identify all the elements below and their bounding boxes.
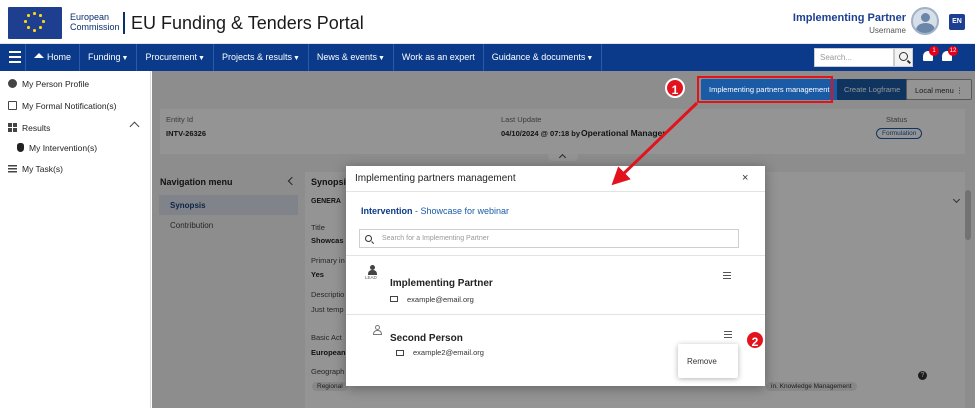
lead-person-icon [368, 265, 377, 275]
partner-search-input[interactable]: Search for a Implementing Partner [359, 229, 739, 248]
search-icon [899, 52, 908, 61]
nav-guidance-documents[interactable]: Guidance & documents▼ [482, 44, 603, 71]
portal-title[interactable]: EU Funding & Tenders Portal [131, 13, 364, 34]
divider [346, 191, 765, 192]
nav-home[interactable]: Home [25, 44, 79, 71]
nav-funding[interactable]: Funding▼ [79, 44, 136, 71]
user-name: Implementing Partner [792, 12, 906, 24]
partner-menu-icon[interactable] [724, 331, 732, 338]
person-icon [8, 79, 17, 88]
portal-header: European Commission EU Funding & Tenders… [0, 0, 975, 44]
sidebar-item-formal-notifications[interactable]: My Formal Notification(s) [8, 101, 116, 111]
partner-email: example2@email.org [413, 348, 484, 357]
sidebar: My Person Profile My Formal Notification… [0, 71, 151, 408]
alerts-bell-icon[interactable]: 12 [941, 46, 958, 63]
list-icon [8, 164, 17, 173]
ec-logo-text: European Commission [70, 12, 120, 32]
partner-actions-dropdown: Remove [678, 344, 738, 378]
lead-label: LEAD [365, 275, 377, 280]
search-icon [365, 235, 372, 242]
user-info[interactable]: Implementing Partner Username [793, 12, 906, 35]
highlight-frame [697, 76, 833, 103]
sidebar-item-person-profile[interactable]: My Person Profile [8, 79, 89, 89]
search-input[interactable]: Search... [814, 48, 894, 67]
notifications-bell-icon[interactable]: 1 [922, 46, 939, 63]
notification-badge: 1 [929, 46, 939, 56]
partner-name: Implementing Partner [390, 278, 493, 289]
step-2-callout: 2 [745, 330, 765, 350]
partner-email: example@email.org [407, 295, 474, 304]
ec-logo-icon[interactable] [8, 7, 62, 39]
partner-name: Second Person [390, 333, 463, 344]
person-outline-icon [373, 325, 382, 335]
divider [346, 314, 765, 315]
nav-work-as-expert[interactable]: Work as an expert [392, 44, 483, 71]
envelope-icon [8, 101, 17, 110]
remove-menu-item[interactable]: Remove [687, 357, 717, 366]
sidebar-item-my-interventions[interactable]: My Intervention(s) [17, 143, 97, 153]
caret-down-icon: ▼ [198, 55, 205, 62]
step-1-callout: 1 [665, 78, 685, 98]
hand-icon [17, 143, 24, 152]
search-button[interactable] [894, 48, 913, 67]
close-icon[interactable]: × [742, 172, 748, 184]
envelope-icon [390, 296, 398, 302]
modal-title: Implementing partners management [355, 173, 516, 184]
alert-badge: 12 [948, 46, 958, 56]
sidebar-item-my-tasks[interactable]: My Task(s) [8, 164, 63, 174]
sidebar-item-results[interactable]: Results [8, 123, 50, 133]
logo-separator [123, 12, 125, 34]
user-username: Username [869, 26, 906, 35]
caret-down-icon: ▼ [292, 55, 300, 62]
home-icon [34, 53, 44, 58]
nav-procurement[interactable]: Procurement▼ [136, 44, 212, 71]
partner-menu-icon[interactable] [723, 272, 731, 279]
divider [346, 255, 765, 256]
grid-icon [8, 123, 17, 132]
caret-down-icon: ▼ [377, 55, 385, 62]
language-selector[interactable]: EN [949, 14, 965, 30]
hamburger-menu-icon[interactable] [9, 51, 21, 63]
envelope-icon [396, 350, 404, 356]
caret-down-icon: ▼ [121, 55, 129, 62]
nav-news-events[interactable]: News & events▼ [307, 44, 393, 71]
nav-projects-results[interactable]: Projects & results▼ [212, 44, 308, 71]
caret-down-icon: ▼ [586, 55, 594, 62]
intervention-label: Intervention - Showcase for webinar [361, 206, 510, 216]
avatar[interactable] [911, 7, 939, 35]
